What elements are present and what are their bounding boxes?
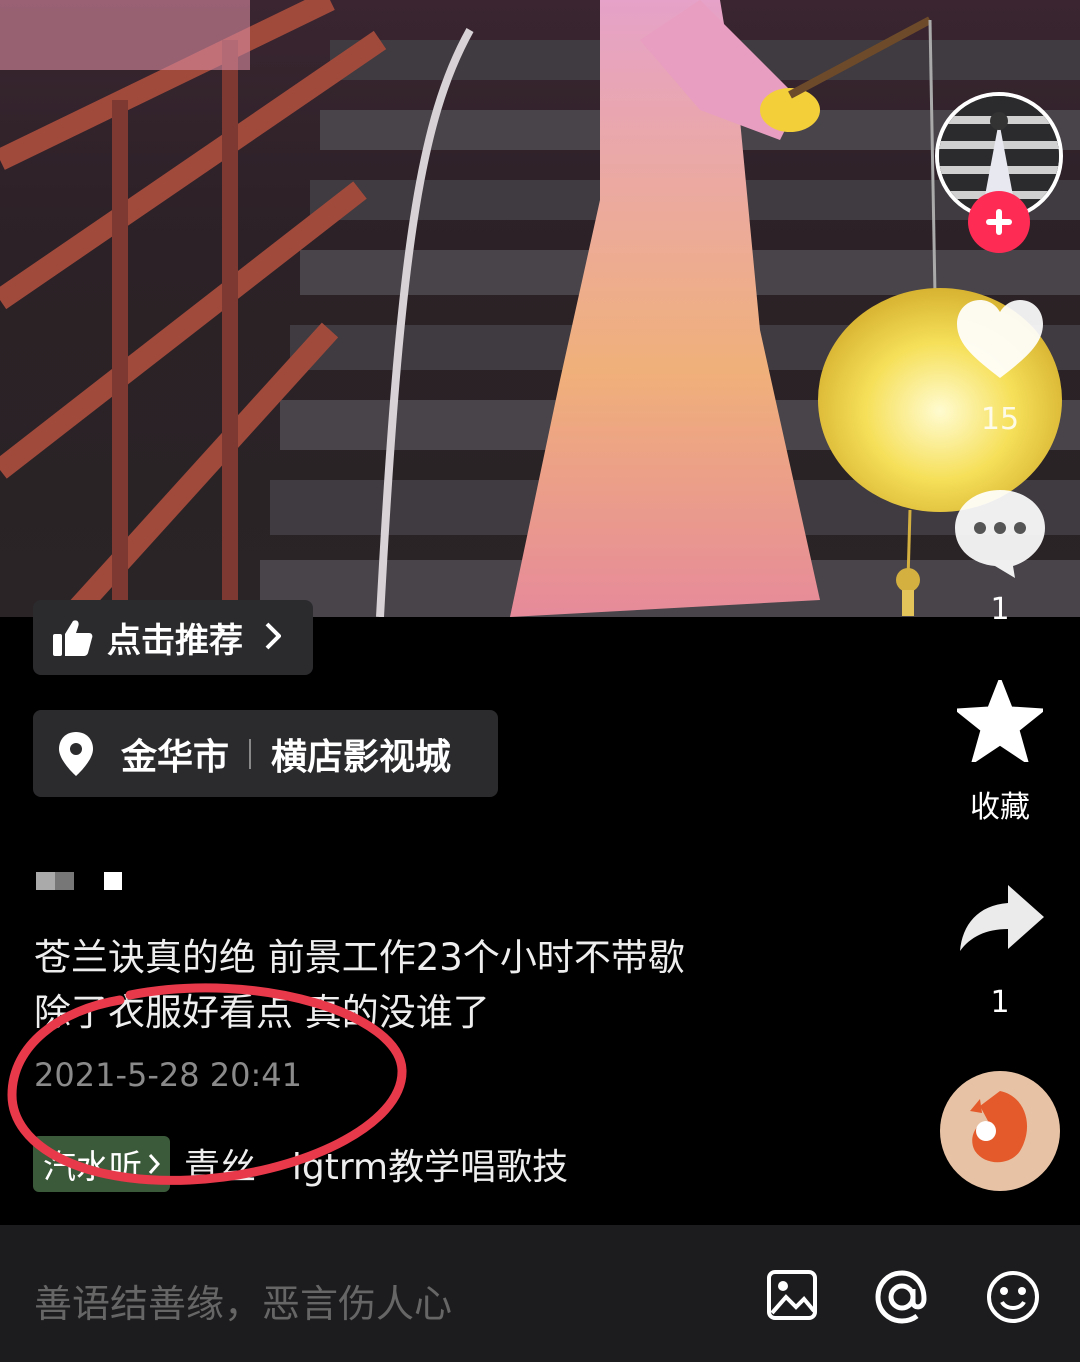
pixelated-block — [36, 872, 74, 890]
chevron-right-icon — [265, 622, 282, 654]
emoji-icon[interactable] — [985, 1269, 1041, 1329]
like-button[interactable] — [957, 300, 1043, 384]
comment-input-bar: 善语结善缘，恶言伤人心 — [0, 1225, 1080, 1362]
annotation-circle — [7, 983, 407, 1185]
comment-count: 1 — [990, 592, 1010, 627]
video-scene — [0, 0, 1080, 617]
favorite-button[interactable] — [955, 678, 1045, 766]
follow-button[interactable] — [968, 191, 1030, 253]
location-chip[interactable]: 金华市 横店影视城 — [33, 710, 498, 797]
comment-icon — [955, 490, 1045, 578]
comment-button[interactable] — [955, 490, 1045, 582]
at-icon[interactable] — [874, 1269, 930, 1329]
recommend-button[interactable]: 点击推荐 — [33, 600, 313, 675]
share-count: 1 — [990, 985, 1010, 1020]
video-frame[interactable] — [0, 0, 1080, 617]
recommend-label: 点击推荐 — [107, 621, 243, 661]
star-icon — [955, 678, 1045, 764]
share-icon — [960, 885, 1044, 951]
share-button[interactable] — [960, 885, 1044, 955]
pixelated-block — [104, 872, 122, 890]
location-city: 金华市 — [121, 736, 230, 778]
author-handle[interactable] — [36, 872, 122, 890]
location-pin-icon — [59, 731, 93, 776]
location-divider — [249, 738, 252, 769]
thumbs-up-icon — [53, 619, 93, 657]
heart-icon — [957, 300, 1043, 378]
plus-icon — [986, 209, 1012, 235]
image-icon[interactable] — [766, 1269, 818, 1325]
comment-input[interactable]: 善语结善缘，恶言伤人心 — [34, 1273, 452, 1328]
location-place: 横店影视城 — [271, 736, 452, 778]
favorite-label: 收藏 — [970, 790, 1030, 825]
music-disc[interactable] — [940, 1071, 1060, 1191]
like-count: 15 — [980, 402, 1020, 437]
